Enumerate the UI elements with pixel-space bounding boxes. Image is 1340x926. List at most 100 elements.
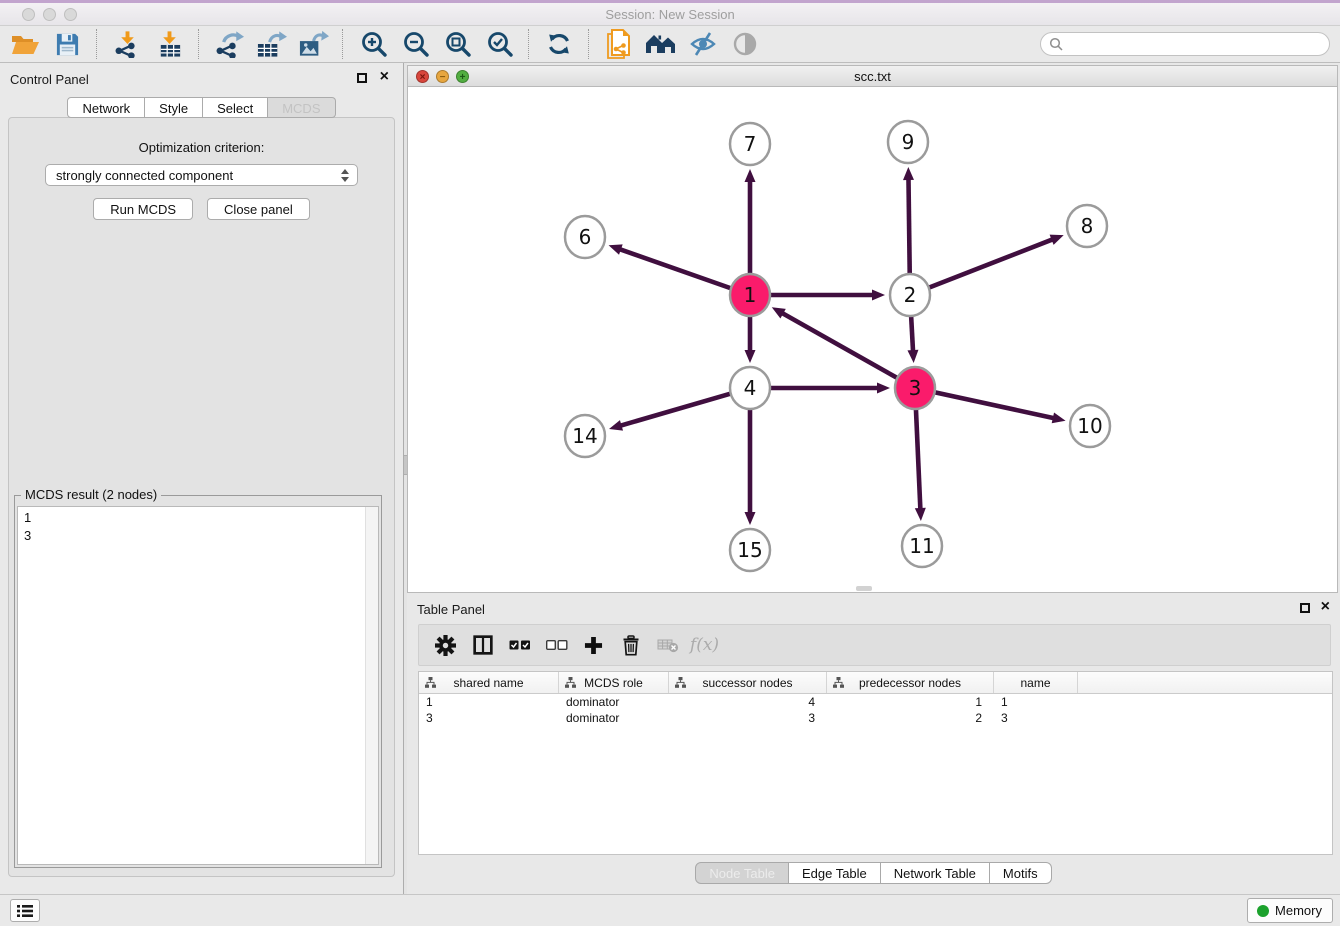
memory-button[interactable]: Memory xyxy=(1247,898,1333,923)
graph-node-10[interactable]: 10 xyxy=(1070,405,1110,447)
export-table-button[interactable] xyxy=(250,27,292,61)
graph-edge-3-1[interactable] xyxy=(781,313,897,379)
graph-edge-3-11[interactable] xyxy=(916,408,921,510)
tab-edge-table[interactable]: Edge Table xyxy=(789,862,881,884)
tab-network-table[interactable]: Network Table xyxy=(881,862,990,884)
graph-edge-arrowhead xyxy=(609,244,623,254)
float-table-panel-button[interactable] xyxy=(1300,603,1310,613)
tab-mcds[interactable]: MCDS xyxy=(268,97,335,118)
table-cell[interactable]: 3 xyxy=(994,710,1078,726)
table-cell[interactable]: 1 xyxy=(827,694,994,710)
graph-node-11[interactable]: 11 xyxy=(902,525,942,567)
canvas-resize-handle[interactable] xyxy=(856,586,872,591)
graph-node-7[interactable]: 7 xyxy=(730,123,770,165)
window-title: Session: New Session xyxy=(0,7,1340,22)
export-network-button[interactable] xyxy=(208,27,250,61)
delete-column-button[interactable] xyxy=(612,627,649,663)
table-cell[interactable]: dominator xyxy=(559,694,669,710)
tab-node-table[interactable]: Node Table xyxy=(695,862,789,884)
mcds-result-box[interactable]: 1 3 xyxy=(17,506,379,865)
table-row[interactable]: 3dominator323 xyxy=(419,710,1332,726)
close-panel-button[interactable]: Close panel xyxy=(207,198,310,220)
apply-layout-button[interactable] xyxy=(538,27,580,61)
select-all-columns-button[interactable] xyxy=(501,627,538,663)
graph-edge-3-10[interactable] xyxy=(935,392,1055,418)
run-mcds-button[interactable]: Run MCDS xyxy=(93,198,193,220)
import-table-button[interactable] xyxy=(148,27,190,61)
table-cell[interactable]: 4 xyxy=(669,694,827,710)
table-panel-title: Table Panel xyxy=(417,602,485,617)
graph-node-3[interactable]: 3 xyxy=(895,367,935,409)
column-header-MCDS-role[interactable]: MCDS role xyxy=(559,672,669,693)
mcds-result-text[interactable]: 1 3 xyxy=(18,507,365,864)
table-cell[interactable]: 2 xyxy=(827,710,994,726)
float-panel-button[interactable] xyxy=(357,73,367,83)
export-image-button[interactable] xyxy=(292,27,334,61)
graph-node-4[interactable]: 4 xyxy=(730,367,770,409)
graph-node-14[interactable]: 14 xyxy=(565,415,605,457)
close-table-panel-button[interactable]: × xyxy=(1321,597,1330,617)
graph-edge-arrowhead xyxy=(1050,235,1064,245)
zoom-fit-button[interactable] xyxy=(436,27,478,61)
memory-status-icon xyxy=(1257,905,1269,917)
toggle-graphics-details-button[interactable] xyxy=(682,27,724,61)
close-panel-icon-button[interactable]: × xyxy=(380,67,389,87)
graph-edge-4-14[interactable] xyxy=(620,394,731,426)
clone-network-button[interactable] xyxy=(598,27,640,61)
graph-node-2[interactable]: 2 xyxy=(890,274,930,316)
graph-node-15[interactable]: 15 xyxy=(730,529,770,571)
table-row[interactable]: 1dominator411 xyxy=(419,694,1332,710)
table-cell[interactable]: 1 xyxy=(419,694,559,710)
network-graph[interactable]: 7 9 6 8 1 2 4 3 14 10 15 11 xyxy=(408,87,1337,591)
unchecked-boxes-icon xyxy=(546,640,568,650)
column-header-predecessor-nodes[interactable]: predecessor nodes xyxy=(827,672,994,693)
table-cell[interactable]: dominator xyxy=(559,710,669,726)
zoom-selected-button[interactable] xyxy=(478,27,520,61)
import-network-button[interactable] xyxy=(106,27,148,61)
graph-edge-arrowhead xyxy=(877,383,890,394)
open-session-button[interactable] xyxy=(4,27,46,61)
control-panel-tabs: Network Style Select MCDS xyxy=(0,97,403,118)
svg-text:1: 1 xyxy=(744,283,757,307)
tab-style[interactable]: Style xyxy=(145,97,203,118)
home-button[interactable] xyxy=(640,27,682,61)
graph-edge-2-9[interactable] xyxy=(908,178,909,275)
tab-network[interactable]: Network xyxy=(67,97,145,118)
column-header-successor-nodes[interactable]: successor nodes xyxy=(669,672,827,693)
column-header-shared-name[interactable]: shared name xyxy=(419,672,559,693)
save-session-button[interactable] xyxy=(46,27,88,61)
mcds-result-scrollbar[interactable] xyxy=(365,507,378,864)
zoom-out-button[interactable] xyxy=(394,27,436,61)
create-column-button[interactable] xyxy=(575,627,612,663)
window-titlebar: Session: New Session xyxy=(0,0,1340,26)
table-cell[interactable]: 1 xyxy=(994,694,1078,710)
graph-edge-2-3[interactable] xyxy=(911,315,913,352)
zoom-in-button[interactable] xyxy=(352,27,394,61)
graph-node-9[interactable]: 9 xyxy=(888,121,928,163)
network-canvas[interactable]: 7 9 6 8 1 2 4 3 14 10 15 11 xyxy=(407,87,1338,593)
table-cell[interactable]: 3 xyxy=(419,710,559,726)
show-column-button[interactable] xyxy=(464,627,501,663)
table-cell[interactable]: 3 xyxy=(669,710,827,726)
network-view-window: × − + scc.txt 7968124314101511 xyxy=(407,65,1338,593)
svg-text:4: 4 xyxy=(744,376,757,400)
chevron-up-icon xyxy=(341,169,349,174)
graph-node-8[interactable]: 8 xyxy=(1067,205,1107,247)
birds-eye-view-button xyxy=(724,27,766,61)
search-input[interactable] xyxy=(1067,34,1329,54)
export-image-icon xyxy=(298,30,329,58)
criterion-select[interactable]: strongly connected component xyxy=(45,164,358,186)
unselect-all-columns-button[interactable] xyxy=(538,627,575,663)
tab-motifs[interactable]: Motifs xyxy=(990,862,1052,884)
tab-select[interactable]: Select xyxy=(203,97,268,118)
column-header-name[interactable]: name xyxy=(994,672,1078,693)
table-settings-button[interactable] xyxy=(427,627,464,663)
list-icon xyxy=(17,904,33,918)
graph-node-1[interactable]: 1 xyxy=(730,274,770,316)
search-box[interactable] xyxy=(1040,32,1330,56)
function-builder-button: f(x) xyxy=(686,627,723,663)
graph-edge-1-6[interactable] xyxy=(619,249,731,288)
graph-node-6[interactable]: 6 xyxy=(565,216,605,258)
graph-edge-2-8[interactable] xyxy=(929,239,1054,288)
show-panels-button[interactable] xyxy=(10,899,40,922)
